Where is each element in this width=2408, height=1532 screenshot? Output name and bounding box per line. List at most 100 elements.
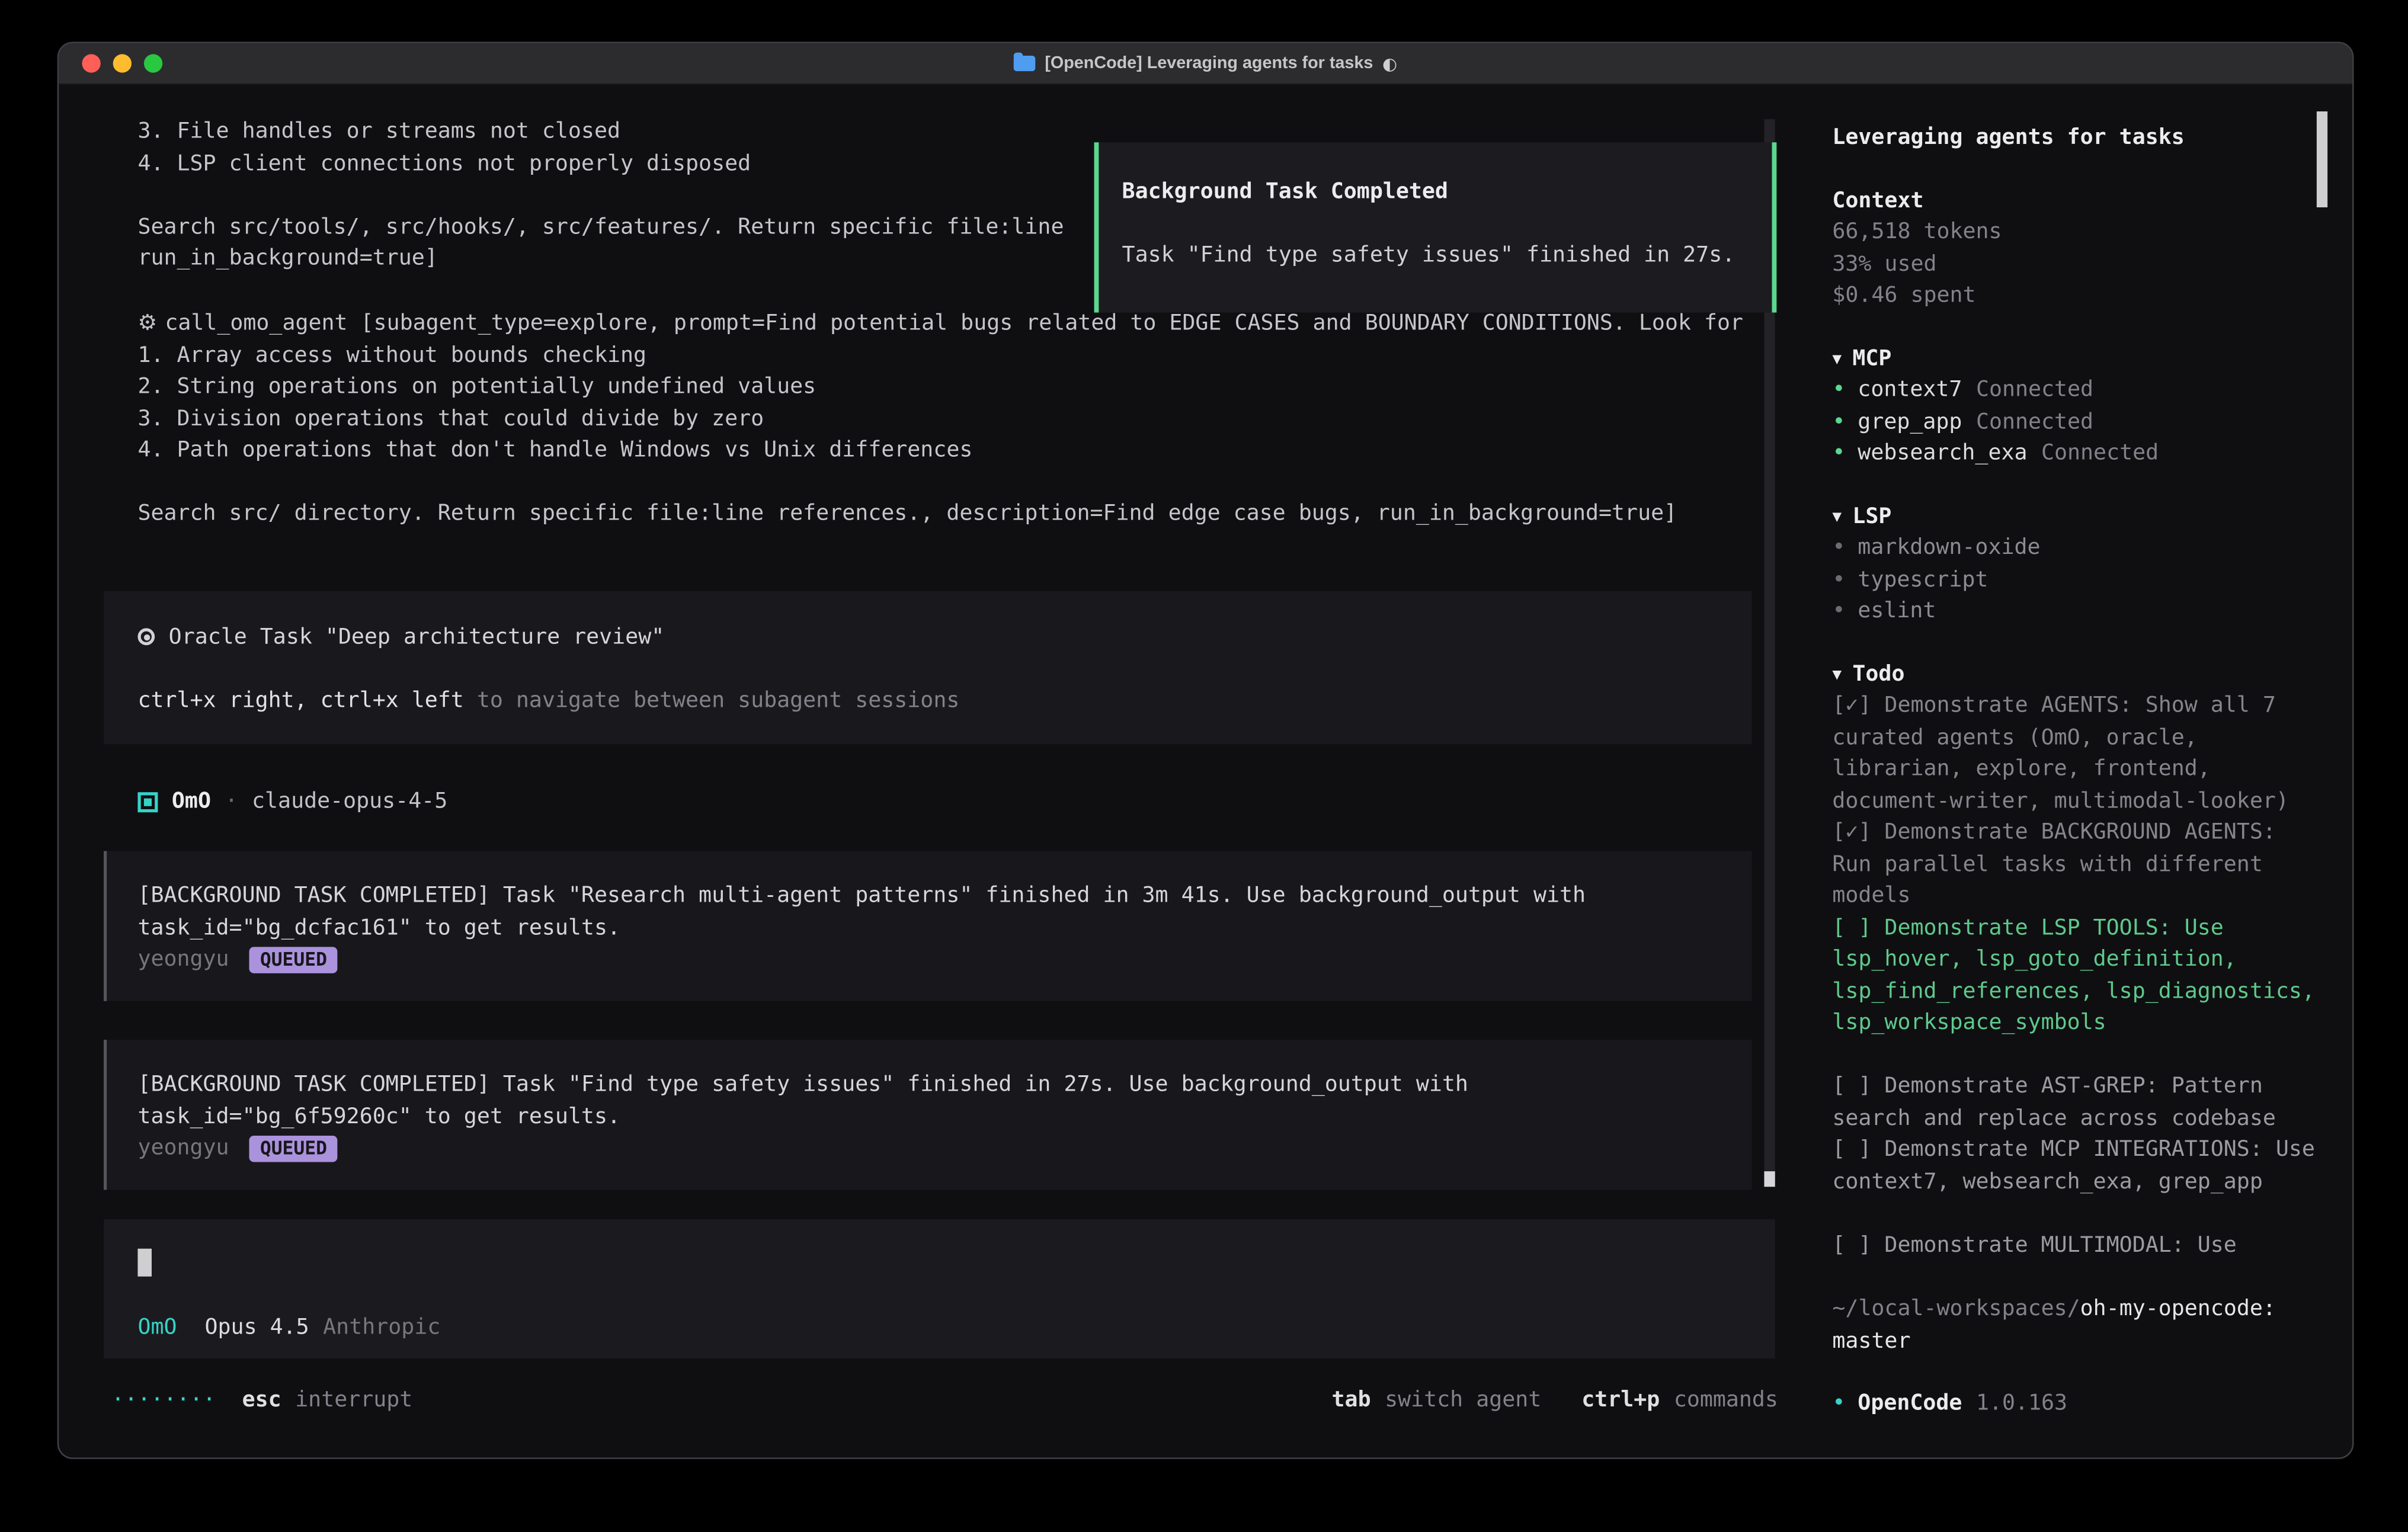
tool-call-line: 2. String operations on potentially unde…: [137, 371, 1743, 403]
message-text: task_id="bg_6f59260c" to get results.: [137, 1101, 1751, 1133]
scrollback-line: 4. LSP client connections not properly d…: [137, 148, 1064, 180]
app-version: 1.0.163: [1976, 1388, 2067, 1420]
text-cursor: [137, 1249, 152, 1277]
folder-icon: [1014, 56, 1036, 71]
message-text: task_id="bg_dcfac161" to get results.: [137, 912, 1751, 944]
window-title-text: [OpenCode] Leveraging agents for tasks: [1045, 54, 1373, 72]
esc-key-label: interrupt: [295, 1388, 412, 1413]
bullet-icon: •: [1832, 567, 1845, 592]
desktop: [OpenCode] Leveraging agents for tasks ◐…: [0, 0, 2408, 1532]
active-agent-name: OmO: [137, 1315, 177, 1340]
tool-call-line: 4. Path operations that don't handle Win…: [137, 435, 1743, 467]
scrollback-line: Search src/tools/, src/hooks/, src/featu…: [137, 211, 1064, 243]
agent-model: claude-opus-4-5: [252, 790, 447, 815]
todo-item-pending: [ ] Demonstrate MCP INTEGRATIONS: Use co…: [1832, 1134, 2318, 1197]
tab-key-label: switch agent: [1385, 1388, 1541, 1413]
status-bar-left: ········ esc interrupt: [111, 1388, 412, 1413]
oracle-nav-hint: ctrl+x right, ctrl+x left to navigate be…: [137, 685, 1751, 717]
message-meta: yeongyu QUEUED: [137, 1133, 1751, 1165]
minimize-button[interactable]: [113, 54, 132, 72]
bullet-icon: •: [1832, 599, 1845, 624]
context-heading: Context: [1832, 185, 2318, 217]
context-used: 33% used: [1832, 248, 2318, 280]
tool-call-line: ⚙ call_omo_agent [subagent_type=explore, …: [137, 308, 1743, 340]
bullet-icon: •: [1832, 377, 1845, 402]
lsp-section-heading[interactable]: ▼LSP: [1832, 501, 2318, 533]
bullet-icon: •: [1832, 409, 1845, 434]
message-author: yeongyu: [137, 1136, 229, 1161]
tool-call-line: 1. Array access without bounds checking: [137, 339, 1743, 371]
scrollback-line: [137, 180, 1064, 211]
prompt-input[interactable]: OmO Opus 4.5 Anthropic: [104, 1219, 1775, 1358]
status-bar: ········ esc interrupt tab switch agent …: [111, 1385, 1778, 1417]
mcp-section-heading[interactable]: ▼ MCP: [1832, 343, 2318, 375]
oracle-task-title: Oracle Task "Deep architecture review": [137, 622, 1751, 654]
collapse-arrow-icon: ▼: [1832, 666, 1842, 683]
sidebar-footer: • OpenCode 1.0.163: [1832, 1388, 2318, 1420]
scrollback-line: 3. File handles or streams not closed: [137, 116, 1064, 148]
bullet-icon: •: [1832, 441, 1845, 466]
scrollback-line: run_in_background=true]: [137, 243, 1064, 275]
mcp-name: grep_app: [1858, 409, 1962, 434]
mcp-status: Connected: [1976, 377, 2093, 402]
mcp-item: • websearch_exa Connected: [1832, 438, 2318, 470]
lsp-name: markdown-oxide: [1858, 536, 2040, 560]
gear-icon: ⚙: [137, 311, 157, 336]
context-tokens: 66,518 tokens: [1832, 217, 2318, 249]
workspace-path: ~/local-workspaces/oh-my-opencode: maste…: [1832, 1293, 2318, 1357]
toast-title: Background Task Completed: [1122, 177, 1744, 209]
bullet-icon: •: [1832, 536, 1845, 560]
window-title: [OpenCode] Leveraging agents for tasks ◐: [1014, 53, 1397, 73]
todo-section-heading[interactable]: ▼Todo: [1832, 658, 2318, 690]
lsp-item: • markdown-oxide: [1832, 532, 2318, 564]
model-provider: Anthropic: [323, 1315, 440, 1340]
close-button[interactable]: [82, 54, 100, 72]
toast-body: Task "Find type safety issues" finished …: [1122, 239, 1744, 271]
todo-item-done: [✓] Demonstrate BACKGROUND AGENTS: Run p…: [1832, 817, 2318, 912]
collapse-arrow-icon: ▼: [1832, 508, 1842, 525]
spinner-dots-icon: ········: [111, 1388, 216, 1413]
background-task-toast[interactable]: Background Task Completed Task "Find typ…: [1094, 142, 1777, 312]
message-background-task-2: [BACKGROUND TASK COMPLETED] Task "Find t…: [104, 1040, 1752, 1190]
mcp-status: Connected: [1976, 409, 2093, 434]
mcp-status: Connected: [2041, 441, 2159, 466]
ctrlp-key-label: commands: [1674, 1388, 1778, 1413]
input-model-info: OmO Opus 4.5 Anthropic: [137, 1315, 440, 1340]
workspace-prefix: ~/local-workspaces/: [1832, 1297, 2080, 1322]
tool-call-text: call_omo_agent [subagent_type=explore, p…: [165, 311, 1743, 336]
mcp-item: • context7 Connected: [1832, 374, 2318, 406]
todo-item-done: [✓] Demonstrate AGENTS: Show all 7 curat…: [1832, 690, 2318, 817]
mcp-heading-label: MCP: [1852, 346, 1891, 371]
message-meta: yeongyu QUEUED: [137, 944, 1751, 976]
mcp-name: context7: [1858, 377, 1962, 402]
half-circle-icon: ◐: [1382, 53, 1397, 73]
status-bar-right: tab switch agent ctrl+p commands: [1332, 1388, 1778, 1413]
scrollback-text: 3. File handles or streams not closed 4.…: [137, 116, 1064, 275]
collapse-arrow-icon: ▼: [1832, 351, 1842, 368]
queued-status-badge: QUEUED: [249, 947, 338, 973]
bullet-icon: •: [1832, 1388, 1845, 1420]
session-sidebar: Leveraging agents for tasks Context 66,5…: [1806, 85, 2352, 1458]
active-model-name: Opus 4.5: [205, 1315, 309, 1340]
tool-call-line: Search src/ directory. Return specific f…: [137, 498, 1743, 530]
main-scrollbar-thumb[interactable]: [1764, 1171, 1775, 1187]
message-author: yeongyu: [137, 947, 229, 972]
tab-key-hint: tab: [1332, 1388, 1371, 1413]
lsp-name: typescript: [1858, 567, 1988, 592]
agent-header: OmO · claude-opus-4-5: [137, 786, 447, 818]
session-title: Leveraging agents for tasks: [1832, 122, 2318, 154]
key-hint-label: to navigate between subagent sessions: [464, 688, 960, 713]
message-background-task-1: [BACKGROUND TASK COMPLETED] Task "Resear…: [104, 851, 1752, 1001]
oracle-task-panel[interactable]: Oracle Task "Deep architecture review" c…: [104, 591, 1752, 745]
agent-square-icon: [137, 792, 158, 812]
lsp-item: •eslint: [1832, 596, 2318, 628]
window-titlebar[interactable]: [OpenCode] Leveraging agents for tasks ◐: [59, 43, 2352, 85]
lsp-item: • typescript: [1832, 564, 2318, 596]
terminal-window: [OpenCode] Leveraging agents for tasks ◐…: [57, 42, 2354, 1459]
sidebar-scrollbar-thumb[interactable]: [2317, 111, 2327, 207]
esc-key-hint: esc: [242, 1388, 281, 1413]
separator-dot: ·: [225, 790, 238, 815]
zoom-button[interactable]: [144, 54, 162, 72]
mcp-name: websearch_exa: [1858, 441, 2027, 466]
chat-main: 3. File handles or streams not closed 4.…: [59, 85, 1806, 1458]
